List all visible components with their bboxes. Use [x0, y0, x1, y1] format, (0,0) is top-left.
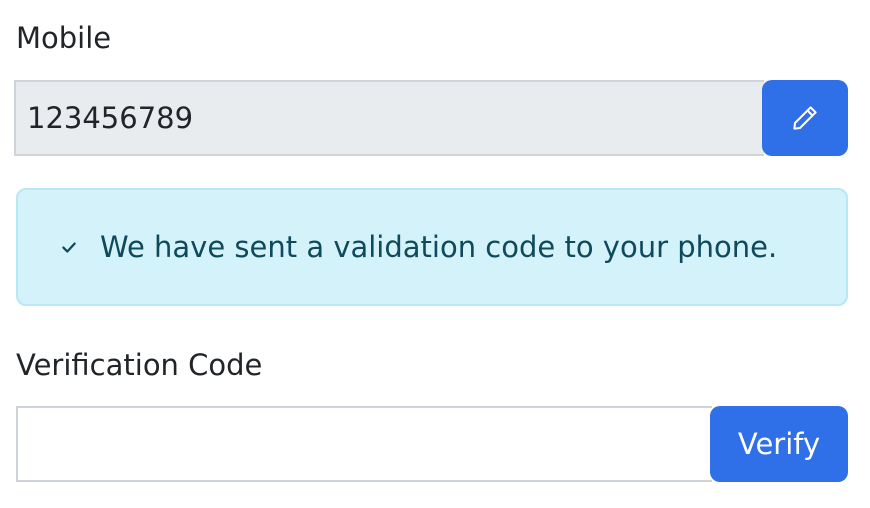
mobile-input-group: [14, 80, 848, 156]
verification-input-group: Verify: [16, 406, 848, 482]
mobile-label: Mobile: [16, 21, 112, 55]
check-icon: [58, 236, 80, 258]
mobile-input[interactable]: [14, 80, 764, 156]
validation-sent-alert: We have sent a validation code to your p…: [16, 188, 848, 306]
verification-code-input[interactable]: [16, 406, 712, 482]
edit-mobile-button[interactable]: [762, 80, 848, 156]
verify-button[interactable]: Verify: [710, 406, 848, 482]
pencil-icon: [790, 103, 820, 133]
verification-code-label: Verification Code: [16, 348, 263, 382]
alert-message: We have sent a validation code to your p…: [100, 230, 778, 264]
